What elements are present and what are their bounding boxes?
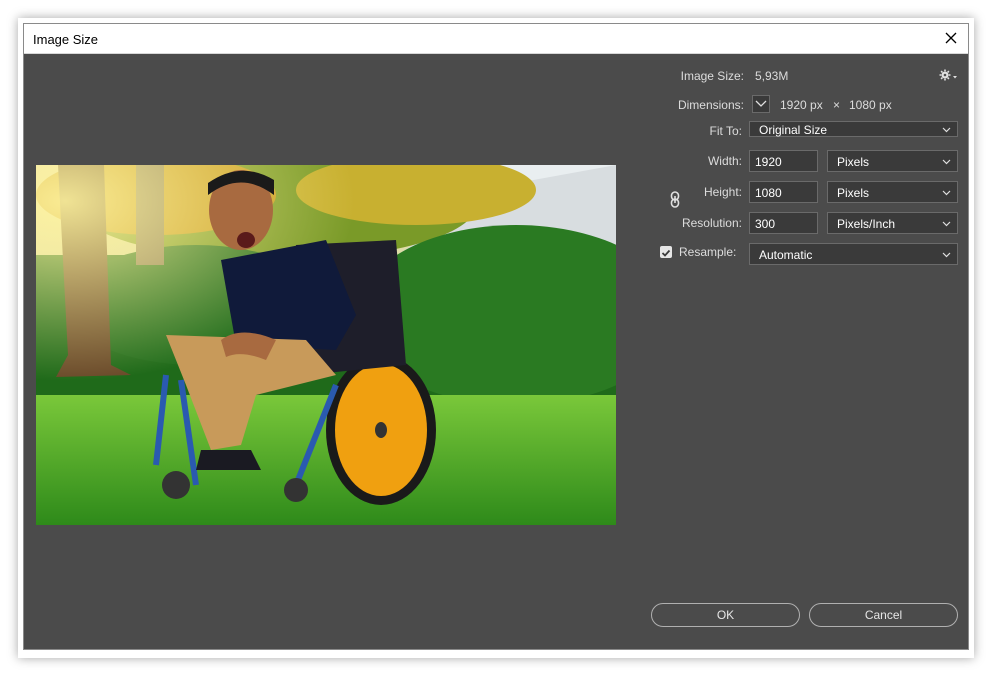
chevron-down-icon xyxy=(942,159,951,165)
height-unit-select[interactable]: Pixels xyxy=(827,181,958,203)
resolution-unit-value: Pixels/Inch xyxy=(837,217,896,231)
settings-gear-button[interactable] xyxy=(938,67,958,83)
fit-to-label: Fit To: xyxy=(709,124,742,138)
dimensions-height-value: 1080 px xyxy=(849,98,892,112)
resample-checkbox[interactable] xyxy=(660,246,672,258)
ok-button[interactable]: OK xyxy=(651,603,800,627)
image-size-label: Image Size: xyxy=(680,69,744,83)
checkmark-icon xyxy=(661,249,671,257)
width-input[interactable]: 1920 xyxy=(749,150,818,172)
cancel-button[interactable]: Cancel xyxy=(809,603,958,627)
height-input[interactable]: 1080 xyxy=(749,181,818,203)
height-unit-value: Pixels xyxy=(837,186,870,200)
chevron-down-icon xyxy=(942,190,951,196)
resample-method-select[interactable]: Automatic xyxy=(749,243,958,265)
dimensions-width-value: 1920 px xyxy=(780,98,823,112)
width-unit-value: Pixels xyxy=(837,155,870,169)
image-size-value: 5,93M xyxy=(755,69,789,83)
resolution-unit-select[interactable]: Pixels/Inch xyxy=(827,212,958,234)
chevron-down-icon xyxy=(942,252,951,258)
resample-label: Resample: xyxy=(679,245,737,259)
resolution-input[interactable]: 300 xyxy=(749,212,818,234)
fit-to-value: Original Size xyxy=(759,123,828,137)
close-icon xyxy=(945,32,957,44)
dialog-body: Image Size: 5,93M Dimensions: 1920 px × … xyxy=(24,54,968,651)
window-title: Image Size xyxy=(33,32,99,47)
dimensions-times: × xyxy=(833,98,841,112)
close-button[interactable] xyxy=(934,24,968,54)
resample-method-value: Automatic xyxy=(759,248,813,262)
width-label: Width: xyxy=(707,154,742,168)
width-unit-select[interactable]: Pixels xyxy=(827,150,958,172)
height-label: Height: xyxy=(703,185,742,199)
chevron-down-icon xyxy=(755,100,767,107)
dimensions-unit-toggle[interactable] xyxy=(752,95,770,113)
image-preview[interactable] xyxy=(36,165,616,525)
dimensions-label: Dimensions: xyxy=(677,98,744,112)
title-bar[interactable]: Image Size xyxy=(24,24,968,54)
resolution-label: Resolution: xyxy=(681,216,742,230)
chevron-down-icon xyxy=(942,127,951,133)
fit-to-select[interactable]: Original Size xyxy=(749,121,958,137)
gear-icon xyxy=(939,69,957,81)
chevron-down-icon xyxy=(942,221,951,227)
preview-photo xyxy=(36,165,616,525)
image-size-dialog: Image Size Image Size: 5,93M Dimensions:… xyxy=(23,23,969,650)
